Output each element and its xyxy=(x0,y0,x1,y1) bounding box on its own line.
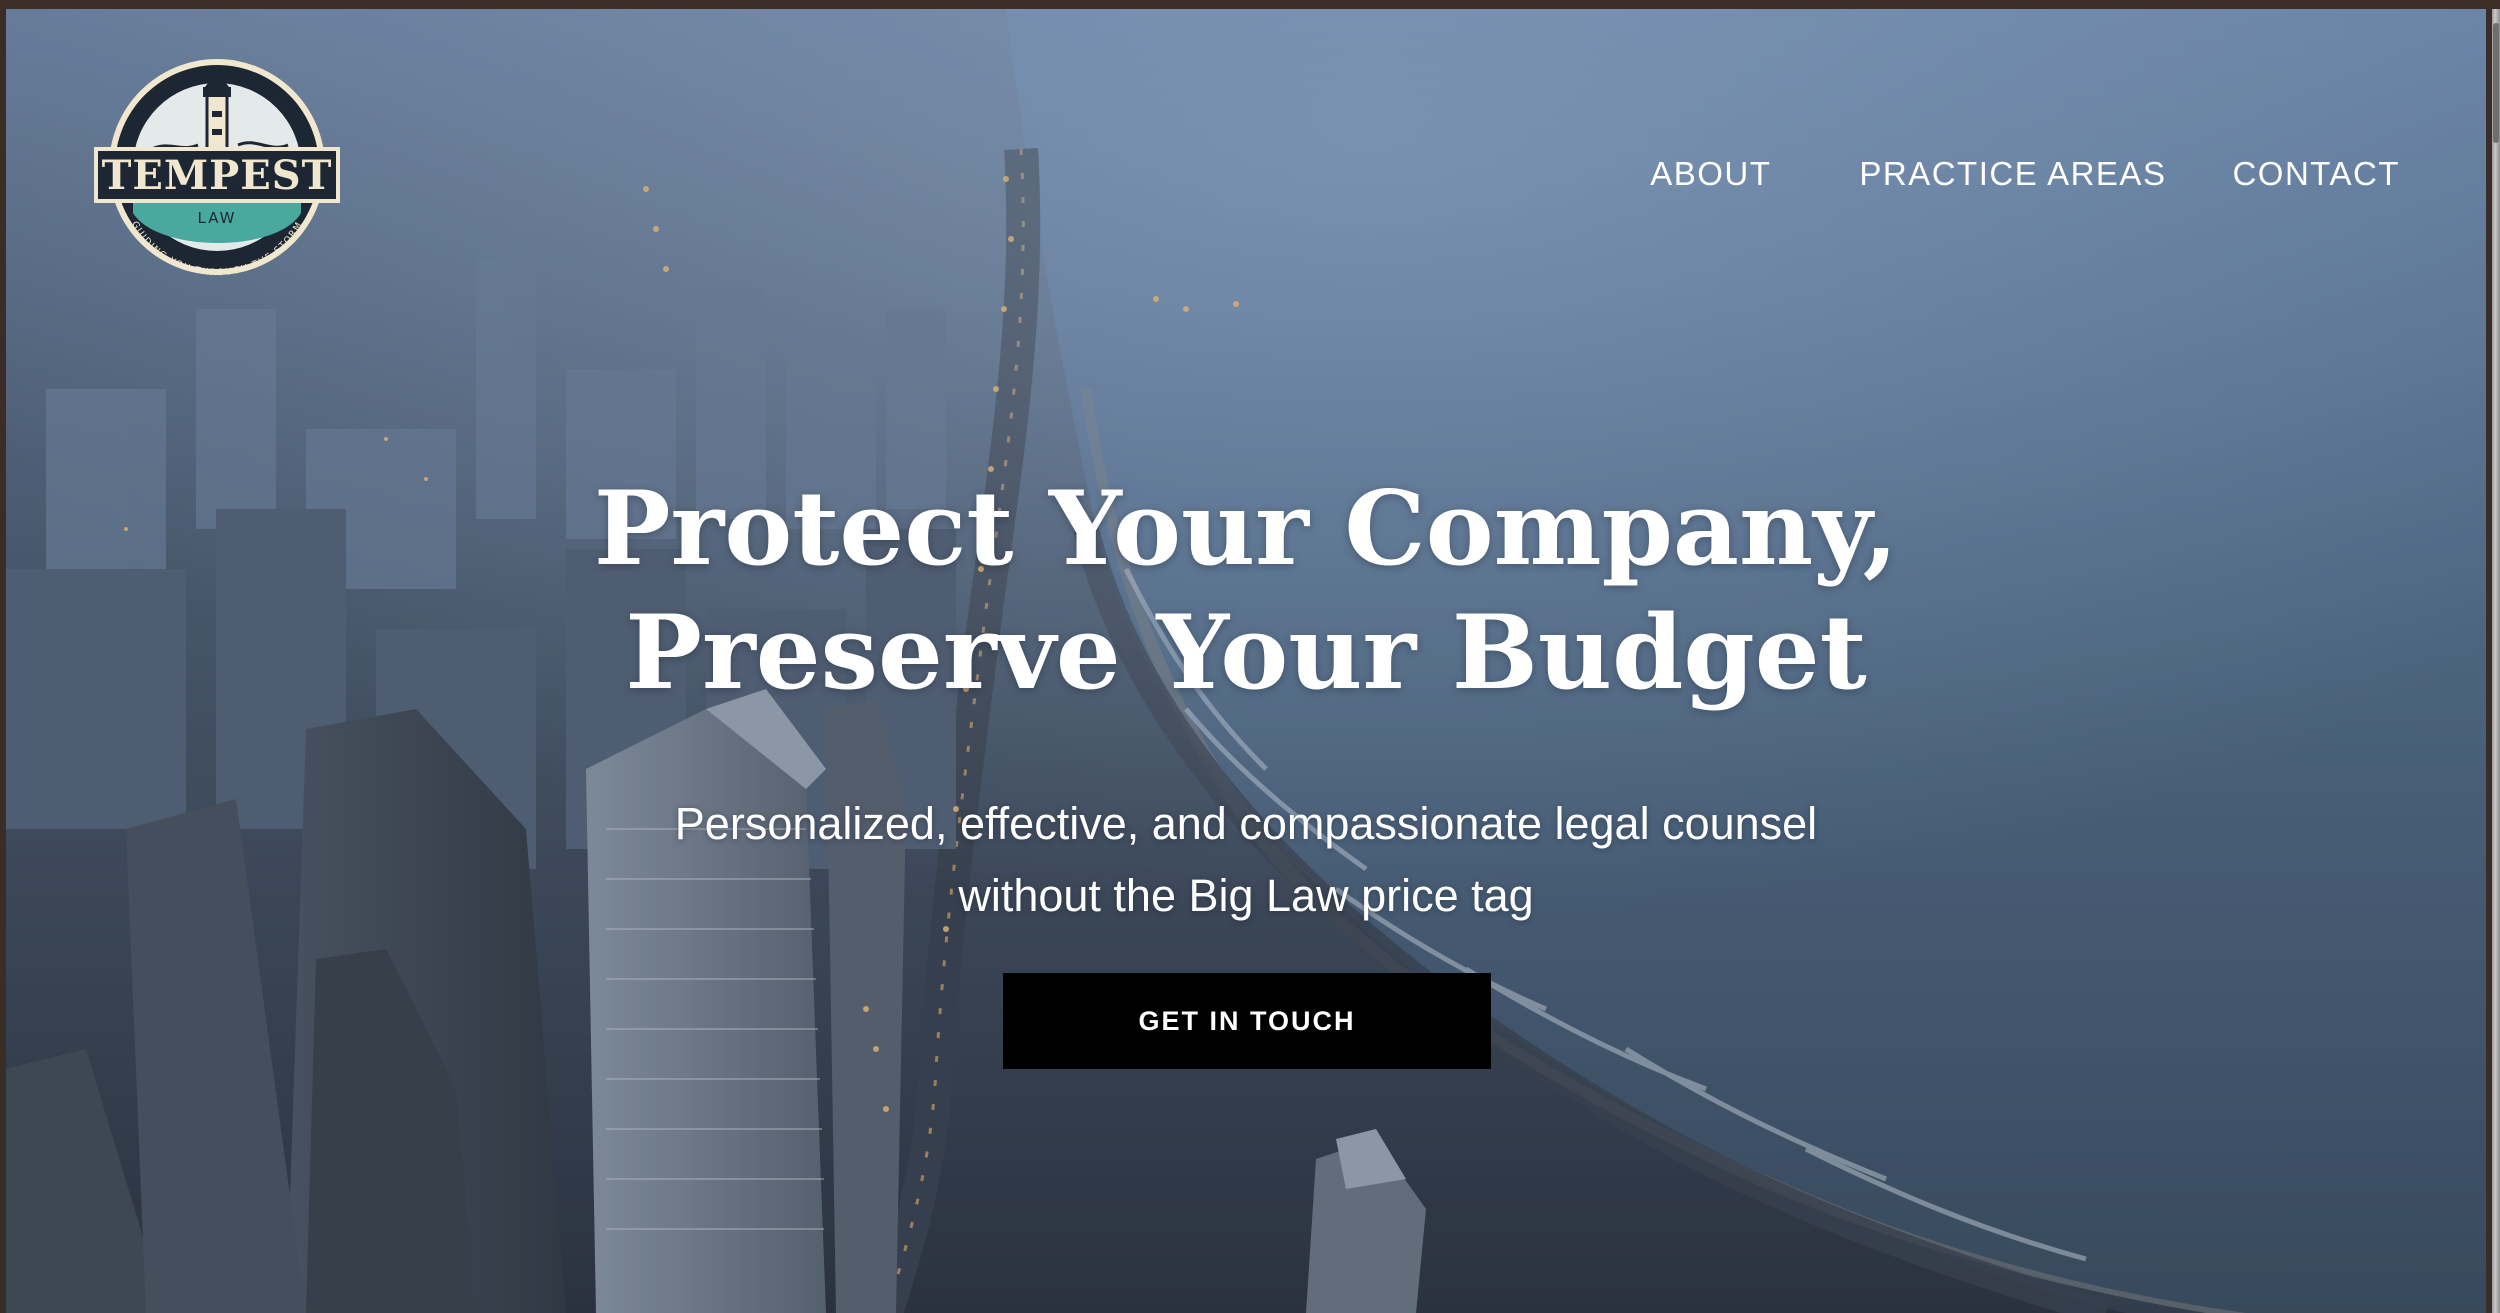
hero-headline-line-1: Protect Your Company, xyxy=(593,469,1899,590)
main-nav: ABOUT PRACTICE AREAS CONTACT xyxy=(1650,155,2400,193)
get-in-touch-button[interactable]: GET IN TOUCH xyxy=(1003,973,1491,1069)
window-top-edge xyxy=(0,0,2500,9)
hero-section: TEMPEST LAW GUIDING YOU THROUGH THE STOR… xyxy=(6,9,2486,1313)
logo-wordmark: TEMPEST xyxy=(102,152,333,199)
tempest-law-logo[interactable]: TEMPEST LAW GUIDING YOU THROUGH THE STOR… xyxy=(88,53,346,281)
nav-practice-areas[interactable]: PRACTICE AREAS xyxy=(1859,155,2166,193)
window-scrollbar[interactable] xyxy=(2492,9,2500,1313)
nav-contact[interactable]: CONTACT xyxy=(2232,155,2400,193)
browser-window: TEMPEST LAW GUIDING YOU THROUGH THE STOR… xyxy=(0,0,2500,1313)
hero-headline: Protect Your Company, Preserve Your Budg… xyxy=(6,467,2486,715)
scrollbar-thumb[interactable] xyxy=(2493,23,2499,143)
logo-subtitle: LAW xyxy=(198,209,237,227)
hero-subhead: Personalized, effective, and compassiona… xyxy=(6,788,2486,932)
nav-about[interactable]: ABOUT xyxy=(1650,155,1771,193)
hero-subhead-line-2: without the Big Law price tag xyxy=(958,870,1534,921)
hero-headline-line-2: Preserve Your Budget xyxy=(625,593,1867,714)
hero-subhead-line-1: Personalized, effective, and compassiona… xyxy=(674,798,1818,849)
